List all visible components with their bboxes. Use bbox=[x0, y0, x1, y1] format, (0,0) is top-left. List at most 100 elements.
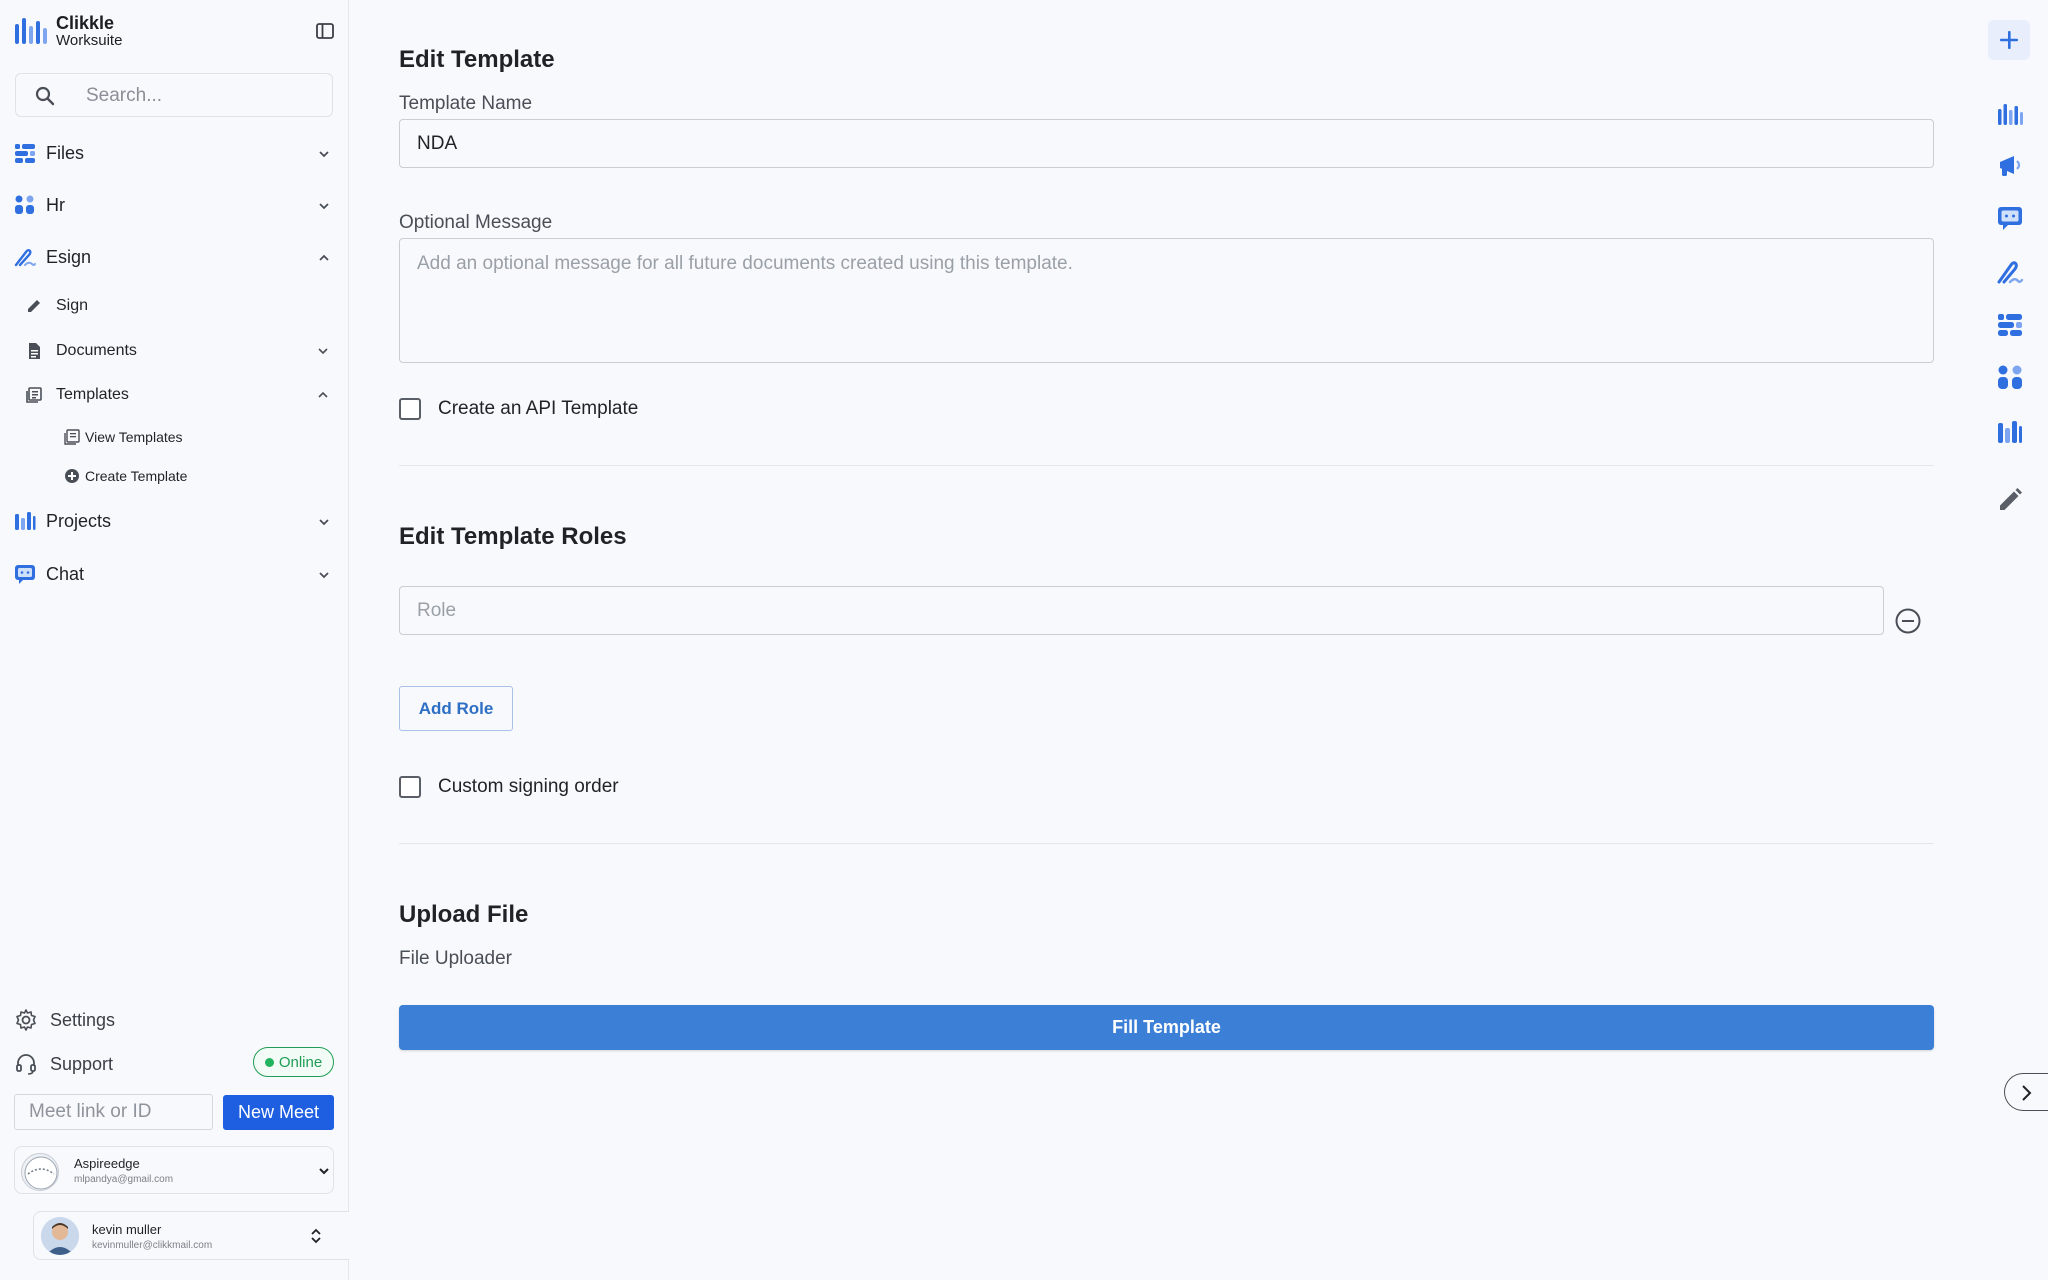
search-icon bbox=[35, 86, 55, 106]
document-icon bbox=[29, 343, 40, 359]
chevron-down-icon bbox=[319, 203, 329, 210]
role-input[interactable] bbox=[399, 586, 1884, 635]
page-title: Edit Template bbox=[399, 46, 555, 73]
chevron-right-icon bbox=[2022, 1085, 2032, 1101]
user-avatar-icon bbox=[41, 1217, 79, 1255]
sidebar-item-hr[interactable]: Hr bbox=[0, 186, 349, 226]
user-name: kevin muller bbox=[92, 1222, 162, 1237]
templates-icon bbox=[26, 387, 42, 403]
unfold-icon bbox=[311, 1228, 321, 1244]
avatar bbox=[41, 1217, 79, 1255]
headset-icon bbox=[16, 1054, 36, 1075]
checkbox-label: Custom signing order bbox=[438, 776, 619, 797]
user-account-switcher[interactable]: kevin muller kevinmuller@clikkmail.com bbox=[33, 1211, 349, 1260]
settings-link[interactable]: Settings bbox=[14, 1004, 334, 1034]
app-switcher-rail bbox=[1972, 0, 2048, 1280]
files-icon bbox=[15, 144, 35, 163]
sidebar-item-templates[interactable]: Templates bbox=[0, 378, 349, 412]
sidebar-item-label: Create Template bbox=[85, 468, 188, 484]
support-label: Support bbox=[50, 1054, 114, 1074]
status-badge[interactable]: Online bbox=[253, 1047, 334, 1077]
add-circle-icon bbox=[65, 469, 79, 483]
organization-switcher[interactable]: Aspireedge mlpandya@gmail.com bbox=[14, 1146, 334, 1194]
support-link[interactable]: Support bbox=[14, 1048, 234, 1078]
chat-app-icon[interactable] bbox=[1996, 204, 2024, 232]
sidebar-item-label: Sign bbox=[56, 297, 89, 314]
api-template-checkbox[interactable]: Create an API Template bbox=[399, 396, 999, 422]
list-icon bbox=[64, 429, 80, 445]
plus-icon bbox=[2000, 31, 2018, 49]
edit-template-form: Edit Template Template Name Optional Mes… bbox=[350, 0, 1970, 1280]
sidebar: Clikkle Worksuite Files Hr bbox=[0, 0, 349, 1280]
expand-panel-button[interactable] bbox=[2004, 1073, 2048, 1111]
sidebar-item-files[interactable]: Files bbox=[0, 134, 349, 174]
org-avatar bbox=[21, 1153, 59, 1191]
chevron-up-icon bbox=[319, 254, 329, 261]
chevron-down-icon bbox=[319, 1168, 329, 1175]
section-title-roles: Edit Template Roles bbox=[399, 523, 627, 550]
sidebar-item-label: Hr bbox=[46, 195, 65, 215]
online-dot-icon bbox=[264, 1057, 274, 1067]
chevron-down-icon bbox=[318, 348, 328, 355]
chevron-down-icon bbox=[319, 151, 329, 158]
gear-icon bbox=[16, 1009, 36, 1031]
sidebar-collapse-icon[interactable] bbox=[314, 20, 336, 42]
sidebar-item-projects[interactable]: Projects bbox=[0, 502, 349, 542]
sidebar-item-sign[interactable]: Sign bbox=[0, 289, 300, 323]
template-name-label: Template Name bbox=[399, 93, 533, 114]
checkbox-box[interactable] bbox=[399, 776, 421, 798]
sidebar-item-esign[interactable]: Esign bbox=[0, 238, 349, 278]
org-email: mlpandya@gmail.com bbox=[74, 1174, 174, 1185]
divider bbox=[399, 843, 1934, 844]
chevron-up-icon bbox=[318, 391, 328, 398]
checkbox-label: Create an API Template bbox=[438, 398, 639, 419]
add-role-button[interactable]: Add Role bbox=[399, 686, 513, 731]
custom-signing-order-checkbox[interactable]: Custom signing order bbox=[399, 774, 999, 800]
hr-icon bbox=[15, 195, 34, 214]
optional-message-label: Optional Message bbox=[399, 212, 553, 233]
search-input[interactable] bbox=[86, 84, 316, 108]
worksuite-app-icon[interactable] bbox=[1996, 101, 2024, 129]
chat-icon bbox=[15, 565, 35, 584]
hr-app-icon[interactable] bbox=[1996, 364, 2024, 392]
fill-template-button[interactable]: Fill Template bbox=[399, 1005, 1934, 1050]
sidebar-item-label: Files bbox=[46, 143, 85, 163]
sidebar-item-label: Templates bbox=[56, 386, 129, 403]
template-name-input[interactable] bbox=[399, 119, 1934, 168]
sidebar-item-label: View Templates bbox=[85, 429, 183, 445]
campaign-app-icon[interactable] bbox=[1996, 152, 2024, 180]
app-logo[interactable]: Clikkle Worksuite bbox=[14, 14, 122, 48]
pencil-icon[interactable] bbox=[1996, 486, 2024, 514]
org-logo-icon bbox=[24, 1156, 58, 1190]
chevron-down-icon bbox=[319, 519, 329, 526]
optional-message-input[interactable] bbox=[399, 238, 1934, 363]
add-app-button[interactable] bbox=[1988, 20, 2030, 60]
sidebar-item-label: Projects bbox=[46, 511, 112, 531]
file-uploader-label: File Uploader bbox=[399, 948, 512, 969]
divider bbox=[399, 465, 1934, 466]
projects-app-icon[interactable] bbox=[1996, 418, 2024, 446]
esign-app-icon[interactable] bbox=[1996, 258, 2024, 286]
section-title-upload: Upload File bbox=[399, 901, 529, 928]
sidebar-item-create-template[interactable]: Create Template bbox=[0, 461, 260, 491]
settings-label: Settings bbox=[50, 1010, 116, 1030]
pencil-icon bbox=[28, 300, 40, 312]
sidebar-item-label: Esign bbox=[46, 247, 92, 267]
org-name: Aspireedge bbox=[74, 1156, 140, 1171]
sidebar-item-label: Chat bbox=[46, 564, 85, 584]
status-text: Online bbox=[278, 1053, 323, 1071]
files-app-icon[interactable] bbox=[1996, 311, 2024, 339]
sidebar-item-documents[interactable]: Documents bbox=[0, 334, 349, 368]
checkbox-box[interactable] bbox=[399, 398, 421, 420]
sidebar-item-label: Documents bbox=[56, 342, 137, 359]
sidebar-item-chat[interactable]: Chat bbox=[0, 555, 349, 595]
brand-name: Clikkle bbox=[56, 13, 115, 33]
meet-link-input[interactable] bbox=[14, 1094, 213, 1130]
signature-icon bbox=[14, 249, 36, 267]
remove-circle-icon[interactable] bbox=[1894, 607, 1922, 635]
sidebar-item-view-templates[interactable]: View Templates bbox=[0, 422, 260, 452]
chevron-down-icon bbox=[319, 572, 329, 579]
search-box bbox=[15, 73, 333, 117]
projects-icon bbox=[15, 512, 36, 530]
new-meet-button[interactable]: New Meet bbox=[223, 1095, 334, 1130]
